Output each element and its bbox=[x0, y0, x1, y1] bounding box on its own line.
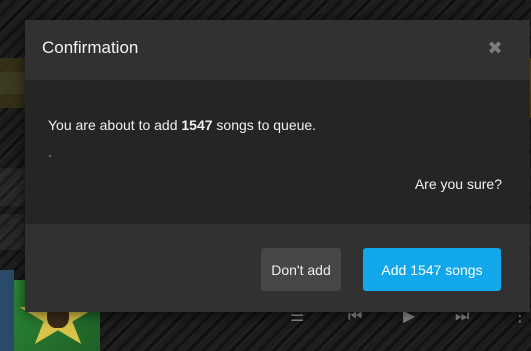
dialog-header: Confirmation ✖ bbox=[25, 20, 530, 80]
confirmation-dialog: Confirmation ✖ You are about to add 1547… bbox=[25, 20, 530, 312]
message-prefix: You are about to add bbox=[48, 117, 182, 133]
dialog-message: You are about to add 1547 songs to queue… bbox=[48, 117, 316, 133]
dialog-title: Confirmation bbox=[42, 38, 139, 57]
decorative-dot bbox=[49, 155, 51, 157]
song-count: 1547 bbox=[181, 117, 213, 133]
close-icon[interactable]: ✖ bbox=[484, 38, 506, 60]
dialog-body: You are about to add 1547 songs to queue… bbox=[25, 80, 530, 224]
side-tab bbox=[0, 270, 14, 351]
add-songs-button[interactable]: Add 1547 songs bbox=[363, 248, 501, 291]
confirmation-question: Are you sure? bbox=[414, 176, 502, 192]
dialog-footer: Don't add Add 1547 songs bbox=[25, 224, 530, 312]
dont-add-button[interactable]: Don't add bbox=[261, 248, 341, 291]
message-suffix: songs to queue. bbox=[212, 117, 317, 133]
